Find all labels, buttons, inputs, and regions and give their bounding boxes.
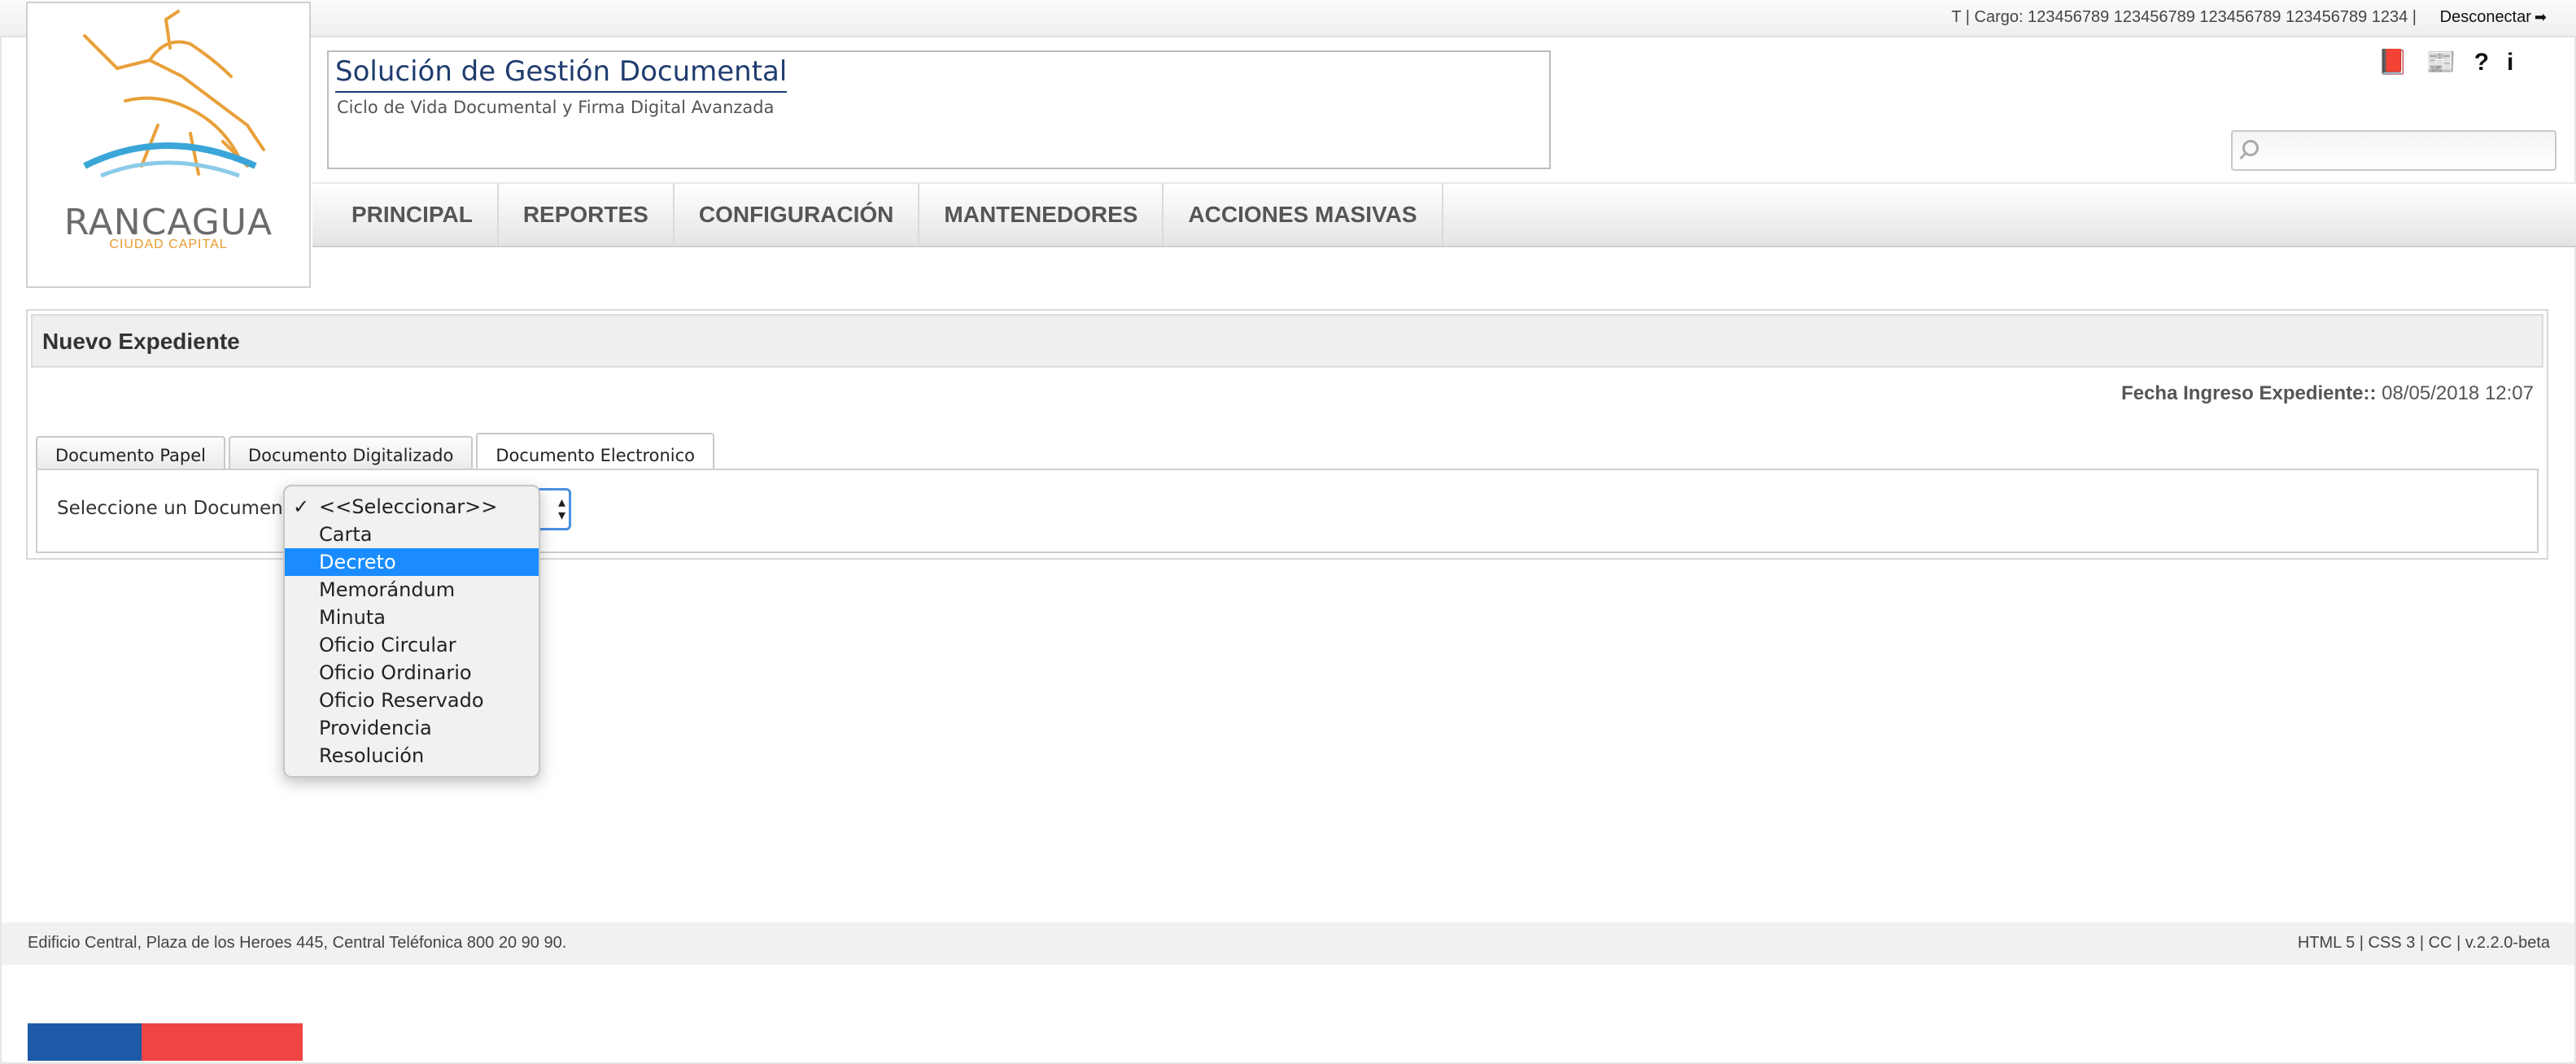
app-title-box: Solución de Gestión Documental Ciclo de … — [327, 50, 1551, 169]
dropdown-option[interactable]: Resolución — [285, 742, 539, 770]
dropdown-option[interactable]: Memorándum — [285, 576, 539, 604]
logout-label: Desconectar — [2439, 8, 2531, 26]
top-bar: T | Cargo: 123456789 123456789 123456789… — [0, 0, 2576, 37]
flag-blue-block — [28, 1023, 142, 1061]
footer: Edificio Central, Plaza de los Heroes 44… — [2, 922, 2574, 965]
logout-icon: ➡ — [2534, 9, 2547, 25]
app-title: Solución de Gestión Documental — [335, 55, 788, 93]
dropdown-option[interactable]: Oficio Reservado — [285, 687, 539, 714]
app-subtitle: Ciclo de Vida Documental y Firma Digital… — [337, 98, 775, 117]
nav-item-mantenedores[interactable]: MANTENEDORES — [919, 184, 1164, 246]
dropdown-option[interactable]: Minuta — [285, 604, 539, 631]
tab-documento-electronico[interactable]: Documento Electronico — [476, 433, 715, 473]
user-info: T | Cargo: 123456789 123456789 123456789… — [1951, 8, 2417, 26]
logout-link[interactable]: Desconectar ➡ — [2440, 8, 2547, 27]
dropdown-option-highlighted[interactable]: Decreto — [285, 548, 539, 576]
fecha-ingreso: Fecha Ingreso Expediente:: 08/05/2018 12… — [2121, 382, 2534, 405]
dropdown-option[interactable]: Providencia — [285, 714, 539, 742]
footer-meta: HTML 5 | CSS 3 | CC | v.2.2.0-beta — [2297, 934, 2550, 952]
nav-item-reportes[interactable]: REPORTES — [499, 184, 675, 246]
nav-item-acciones-masivas[interactable]: ACCIONES MASIVAS — [1164, 184, 1443, 246]
option-label: <<Seleccionar>> — [319, 495, 498, 518]
dropdown-option[interactable]: Oficio Circular — [285, 631, 539, 659]
search-icon — [2242, 140, 2259, 156]
select-stepper-icon: ▴ ▾ — [557, 494, 565, 523]
dropdown-option[interactable]: Oficio Ordinario — [285, 659, 539, 687]
nav-item-principal[interactable]: PRINCIPAL — [312, 184, 499, 246]
search-field[interactable] — [2231, 130, 2556, 171]
newspaper-icon[interactable]: 📰 — [2425, 50, 2456, 75]
fecha-value: 08/05/2018 12:07 — [2382, 382, 2534, 404]
book-icon[interactable]: 📕 — [2377, 50, 2408, 75]
fecha-label: Fecha Ingreso Expediente:: — [2121, 382, 2377, 404]
municipality-logo[interactable]: RANCAGUA CIUDAD CAPITAL — [26, 2, 311, 288]
document-tabs: Documento Papel Documento Digitalizado D… — [36, 433, 715, 473]
info-icon[interactable]: i — [2507, 50, 2513, 75]
flag-red-block — [142, 1023, 303, 1061]
nav-item-configuracion[interactable]: CONFIGURACIÓN — [675, 184, 920, 246]
dropdown-option[interactable]: ✓ <<Seleccionar>> — [285, 493, 539, 521]
checkmark-icon: ✓ — [293, 495, 310, 518]
main-nav: PRINCIPAL REPORTES CONFIGURACIÓN MANTENE… — [312, 182, 2576, 247]
horse-rider-emblem — [83, 10, 265, 178]
panel-title: Nuevo Expediente — [42, 329, 240, 354]
footer-address: Edificio Central, Plaza de los Heroes 44… — [28, 934, 567, 952]
document-select-label: Seleccione un Documento — [57, 498, 302, 519]
header-icons: 📕 📰 ? i — [2377, 50, 2513, 75]
help-icon[interactable]: ? — [2474, 50, 2489, 75]
dropdown-option[interactable]: Carta — [285, 521, 539, 548]
search-input[interactable] — [2268, 137, 2548, 166]
panel-header: Nuevo Expediente — [31, 314, 2543, 368]
chile-flag-strip — [28, 1023, 303, 1061]
document-select-dropdown: ✓ <<Seleccionar>> Carta Decreto Memorándu… — [283, 485, 540, 778]
logo-tagline: CIUDAD CAPITAL — [109, 238, 228, 251]
